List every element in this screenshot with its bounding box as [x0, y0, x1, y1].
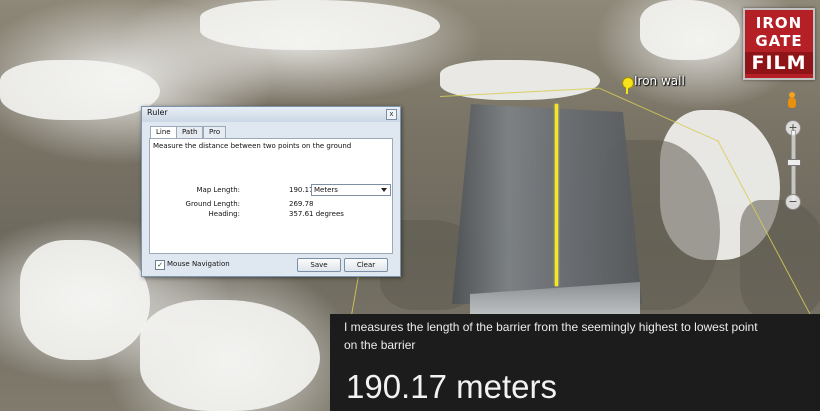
- iron-wall-face: [452, 104, 642, 304]
- clear-button[interactable]: Clear: [344, 258, 388, 272]
- caption-line-1: I measures the length of the barrier fro…: [344, 320, 758, 334]
- close-icon[interactable]: x: [386, 109, 397, 120]
- zoom-slider-thumb[interactable]: [787, 159, 801, 166]
- ruler-description: Measure the distance between two points …: [153, 142, 352, 150]
- pegman-body: [788, 98, 796, 108]
- placemark-stem: [626, 86, 628, 94]
- unit-select-value: Meters: [314, 186, 338, 194]
- save-button[interactable]: Save: [297, 258, 341, 272]
- snow-patch: [200, 0, 440, 50]
- logo-text-line2: GATE: [755, 32, 803, 50]
- map-length-value: 190.17: [289, 186, 314, 194]
- ruler-dialog: Ruler x Line Path Pro Measure the distan…: [141, 106, 401, 277]
- chevron-down-icon: [381, 188, 387, 192]
- snow-patch: [140, 300, 320, 411]
- logo-text-line3: FILM: [745, 52, 813, 74]
- ground-length-value: 269.78: [289, 200, 314, 208]
- ruler-measure-line: [555, 104, 558, 286]
- ruler-title: Ruler: [147, 108, 168, 117]
- logo-text-line1: IRON: [755, 14, 803, 32]
- tab-path[interactable]: Path: [176, 126, 204, 138]
- zoom-slider[interactable]: [787, 130, 801, 202]
- zoom-out-icon[interactable]: −: [785, 194, 801, 210]
- unit-select[interactable]: Meters: [311, 184, 391, 196]
- navigation-controls: + −: [783, 92, 803, 214]
- heading-value: 357.61 degrees: [289, 210, 344, 218]
- caption-line-2: on the barrier: [344, 338, 416, 352]
- placemark-pin-icon: [622, 77, 634, 89]
- iron-gate-film-logo: IRON GATE FILM: [743, 8, 815, 80]
- caption-headline: 190.17 meters: [346, 368, 557, 405]
- caption-box: I measures the length of the barrier fro…: [330, 314, 820, 411]
- pegman-icon[interactable]: [787, 92, 797, 110]
- ruler-titlebar[interactable]: Ruler x: [142, 107, 400, 122]
- map-length-label: Map Length:: [196, 186, 240, 194]
- ground-length-label: Ground Length:: [185, 200, 240, 208]
- tab-pro[interactable]: Pro: [203, 126, 227, 138]
- snow-patch: [640, 0, 740, 60]
- snow-patch: [0, 60, 160, 120]
- ruler-line-panel: Measure the distance between two points …: [149, 138, 393, 254]
- placemark-label: Iron wall: [634, 74, 685, 88]
- heading-label: Heading:: [208, 210, 241, 218]
- mouse-navigation-checkbox[interactable]: ✓: [155, 260, 165, 270]
- mouse-navigation-label: Mouse Navigation: [167, 260, 230, 268]
- snow-patch: [20, 240, 150, 360]
